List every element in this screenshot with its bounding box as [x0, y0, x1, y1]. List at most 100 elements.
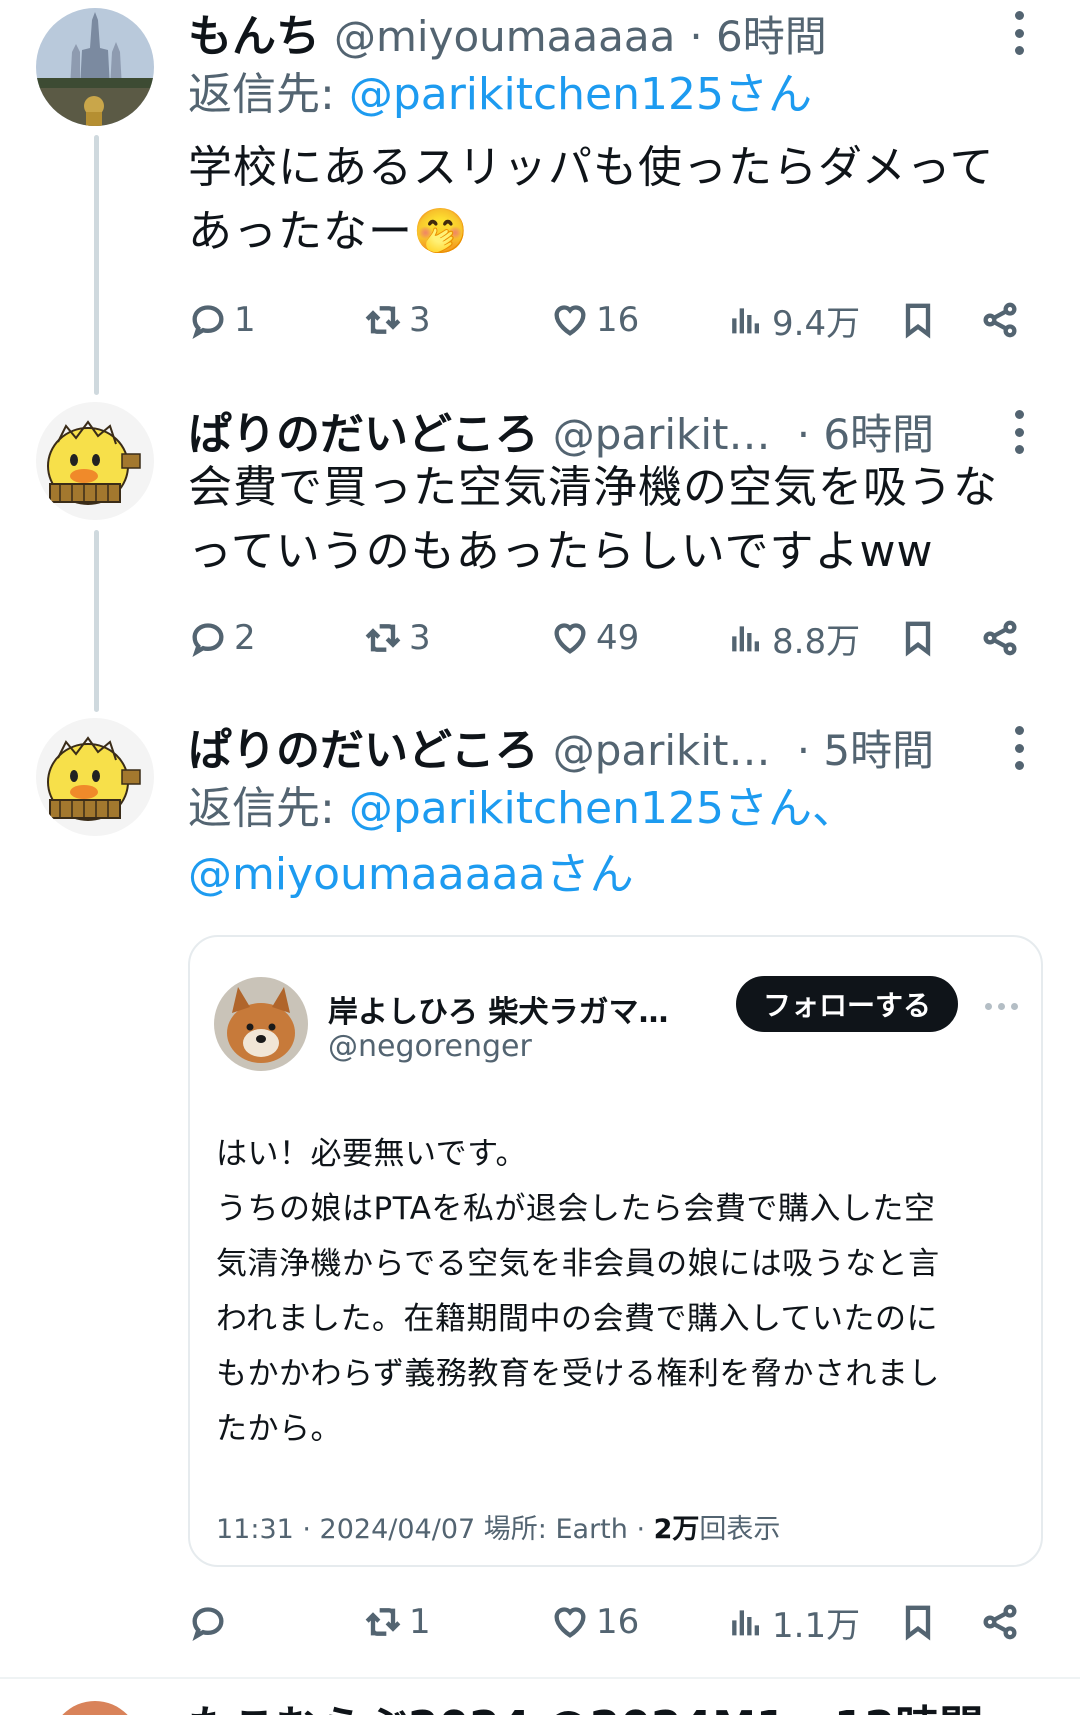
bookmark-button[interactable]: [898, 608, 938, 668]
display-name[interactable]: もんち: [188, 0, 320, 60]
bookmark-icon: [905, 303, 931, 339]
mention-link[interactable]: @parikitchen125さん、: [349, 783, 856, 834]
mention-link[interactable]: @parikitchen125さん: [349, 69, 812, 120]
avatar[interactable]: [36, 402, 154, 520]
reply-icon: [192, 623, 224, 657]
action-bar: 1 3 16 9.4万: [188, 290, 1040, 350]
follow-button[interactable]: フォローする: [736, 976, 958, 1032]
tweet-header: もんち @miyoumaaaaa · 6時間: [188, 0, 990, 60]
reply-button[interactable]: [188, 1592, 234, 1652]
share-button[interactable]: [980, 608, 1020, 668]
face-with-hand-over-mouth-emoji: 🤭: [413, 206, 469, 257]
views-count: 9.4万: [772, 303, 861, 344]
quoted-user-handle[interactable]: @negorenger: [328, 1029, 532, 1064]
quoted-text-line: うちの娘はPTAを私が退会したら会費で購入した空: [216, 1191, 936, 1227]
reply-count: 2: [234, 618, 256, 658]
quoted-views-count: 2万: [653, 1514, 700, 1545]
tweet-header: ぱりのだいどころ @parikitchen125 · 6時間: [188, 398, 990, 458]
reply-button[interactable]: 2: [188, 608, 256, 668]
views-count: 1.1万: [772, 1605, 861, 1646]
like-button[interactable]: 16: [550, 290, 639, 350]
like-count: 16: [596, 1602, 640, 1642]
user-handle[interactable]: @parikitchen125: [553, 410, 783, 458]
quoted-display-name[interactable]: 岸よしひろ 柴犬ラガマルパパ: [328, 987, 698, 1031]
more-icon[interactable]: [985, 1003, 1018, 1010]
quoted-views-label: 回表示: [699, 1514, 781, 1545]
avatar[interactable]: [36, 718, 154, 836]
bookmark-button[interactable]: [898, 1592, 938, 1652]
share-button[interactable]: [980, 290, 1020, 350]
retweet-icon: [365, 624, 401, 652]
timestamp[interactable]: · 6時間: [797, 401, 934, 458]
like-icon: [554, 305, 586, 336]
timestamp[interactable]: · 5時間: [797, 717, 934, 774]
views-count: 8.8万: [772, 621, 861, 662]
retweet-button[interactable]: 1: [363, 1592, 431, 1652]
retweet-icon: [365, 1608, 401, 1636]
bookmark-icon: [905, 1605, 931, 1641]
timestamp[interactable]: · 6時間: [689, 3, 826, 60]
quoted-tweet-meta: 11:31 · 2024/04/07 場所: Earth · 2万回表示: [216, 1507, 780, 1546]
bookmark-button[interactable]: [898, 290, 938, 350]
reply-icon: [192, 1607, 224, 1641]
quoted-location: 場所: Earth ·: [483, 1514, 654, 1545]
retweet-button[interactable]: 3: [363, 608, 431, 668]
tweet-text: 学校にあるスリッパも使ったらダメって あったなー🤭: [188, 136, 1040, 264]
quoted-text-line: われました。在籍期間中の会費で購入していたのに: [216, 1301, 939, 1337]
bookmark-icon: [905, 621, 931, 657]
thread-line: [94, 135, 99, 395]
user-handle[interactable]: @miyoumaaaaa: [334, 12, 675, 60]
more-icon[interactable]: [1013, 410, 1025, 454]
thread-line: [94, 530, 99, 712]
like-button[interactable]: 16: [550, 1592, 639, 1652]
action-bar: 1 16 1.1万: [188, 1592, 1040, 1652]
reply-to-label: 返信先:: [188, 783, 349, 834]
retweet-button[interactable]: 3: [363, 290, 431, 350]
views-button[interactable]: 9.4万: [726, 290, 860, 350]
views-button[interactable]: 8.8万: [726, 608, 860, 668]
quoted-tweet-text: はい！必要無いです。 うちの娘はPTAを私が退会したら会費で購入した空 気清浄機…: [216, 1127, 1016, 1457]
reply-to: 返信先: @parikitchen125さん: [188, 62, 1040, 128]
more-icon[interactable]: [1013, 726, 1025, 770]
views-button[interactable]: 1.1万: [726, 1592, 860, 1652]
tweet-text-line: っていうのもあったらしいですよww: [188, 526, 934, 577]
reply-to-label: 返信先:: [188, 69, 349, 120]
views-icon: [732, 1610, 759, 1636]
quoted-text-line: もかかわらず義務教育を受ける権利を脅かされまし: [216, 1356, 940, 1392]
quoted-text-line: 気清浄機からでる空気を非会員の娘には吸うなと言: [216, 1246, 940, 1282]
quoted-tweet[interactable]: 岸よしひろ 柴犬ラガマルパパ @negorenger フォローする はい！必要無…: [188, 935, 1043, 1567]
retweet-icon: [365, 306, 401, 334]
more-icon[interactable]: [1013, 11, 1025, 55]
views-icon: [732, 626, 759, 652]
quoted-avatar[interactable]: [214, 977, 308, 1071]
avatar[interactable]: [36, 8, 154, 126]
reply-to: 返信先: @parikitchen125さん、 @miyoumaaaaaさん: [188, 776, 1040, 908]
user-handle[interactable]: @parikitchen125: [553, 726, 783, 774]
display-name[interactable]: ぱりのだいどころ: [188, 398, 539, 458]
retweet-count: 1: [409, 1602, 431, 1642]
next-tweet-preview[interactable]: たこむらぶ2024 @2024M1 · 12時間: [0, 1679, 1080, 1715]
like-icon: [554, 1607, 586, 1638]
like-button[interactable]: 49: [550, 608, 639, 668]
tweet-text-line: あったなー: [188, 206, 413, 257]
tweet-header: ぱりのだいどころ @parikitchen125 · 5時間: [188, 714, 990, 774]
quoted-text-line: はい！必要無いです。: [216, 1136, 527, 1172]
like-count: 16: [596, 300, 640, 340]
avatar[interactable]: [50, 1701, 140, 1715]
share-button[interactable]: [980, 1592, 1020, 1652]
reply-button[interactable]: 1: [188, 290, 256, 350]
reply-icon: [192, 305, 224, 339]
next-tweet-header: たこむらぶ2024 @2024M1 · 12時間: [188, 1691, 983, 1715]
retweet-count: 3: [409, 300, 431, 340]
action-bar: 2 3 49 8.8万: [188, 608, 1040, 668]
views-icon: [732, 308, 759, 334]
tweet-text-line: 学校にあるスリッパも使ったらダメって: [188, 142, 995, 193]
quoted-timestamp[interactable]: 11:31 · 2024/04/07: [216, 1514, 475, 1545]
display-name[interactable]: ぱりのだいどころ: [188, 714, 539, 774]
share-icon: [983, 620, 1017, 656]
like-icon: [554, 623, 586, 654]
like-count: 49: [596, 618, 640, 658]
retweet-count: 3: [409, 618, 431, 658]
mention-link[interactable]: @miyoumaaaaaさん: [188, 849, 634, 900]
share-icon: [983, 1604, 1017, 1640]
